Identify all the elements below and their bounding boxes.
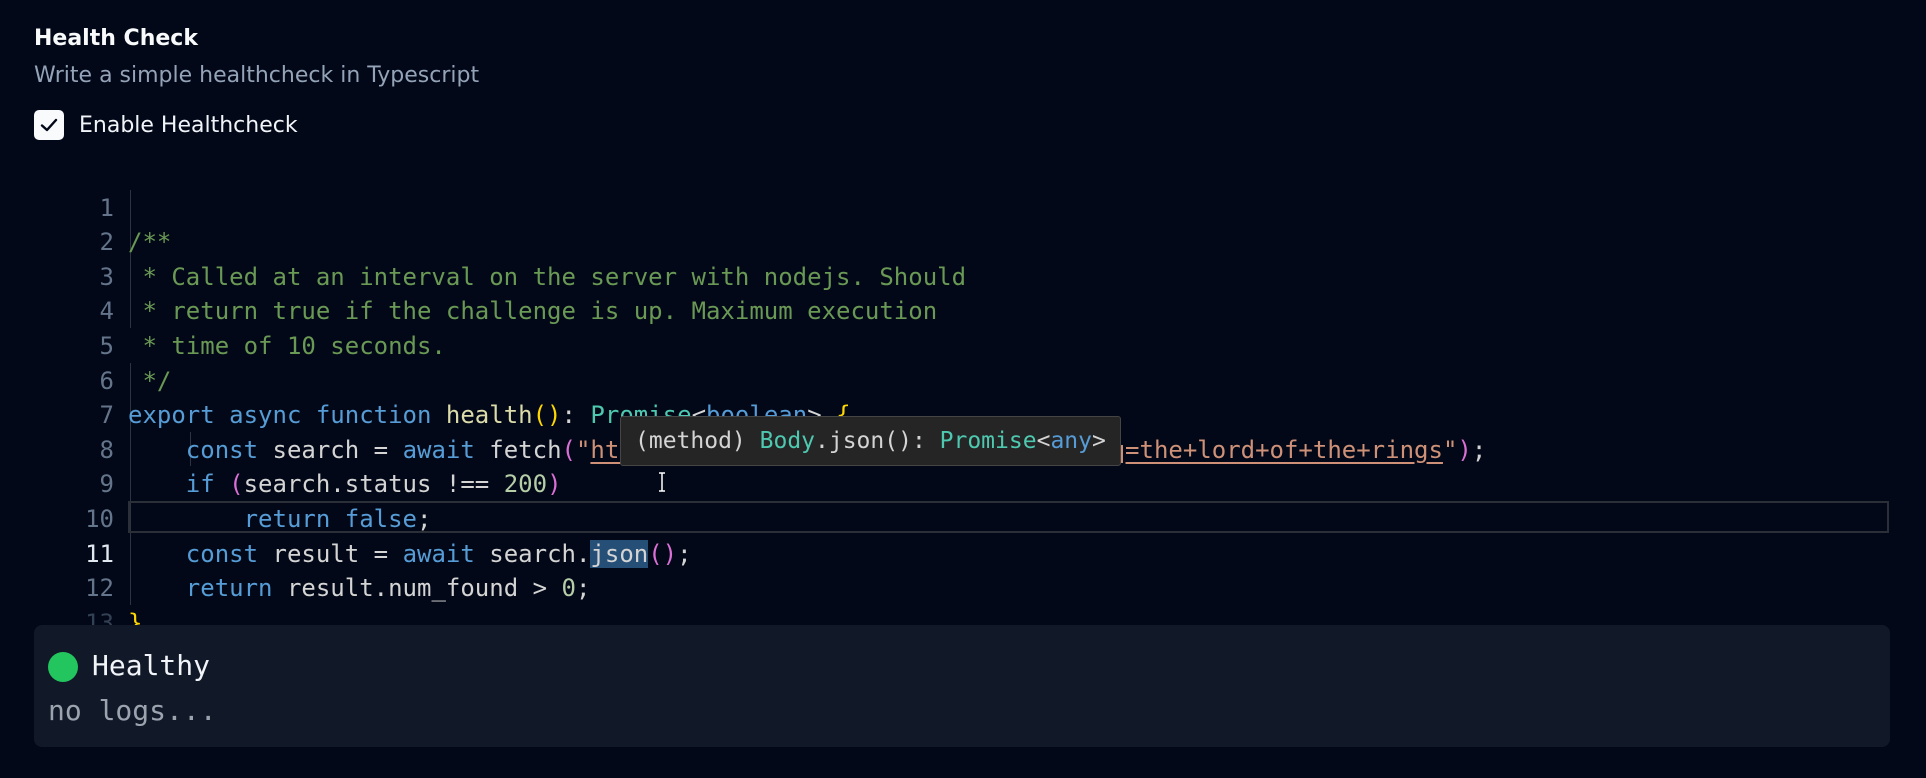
code-line: 6 export async function health(): Promis… (34, 329, 851, 430)
hovered-method[interactable]: json (590, 539, 649, 568)
code-text: if (search.status !== 200) (185, 470, 562, 499)
keyword: if (185, 470, 215, 499)
number: 0 (561, 574, 576, 603)
code-line: 4 * time of 10 seconds. (34, 260, 446, 360)
enable-healthcheck-checkbox[interactable] (34, 110, 64, 140)
keyword: export (128, 401, 215, 430)
object: search. (489, 539, 591, 568)
hover-tooltip: (method) Body.json(): Promise<any> (620, 416, 1121, 466)
code-text: /** (128, 228, 172, 257)
keyword: await (402, 539, 475, 568)
keyword: async (229, 401, 302, 430)
code-line: 12 } (34, 537, 142, 637)
code-line: 5 */ (34, 294, 172, 395)
code-line: 8 if (search.status !== 200) (34, 398, 562, 499)
code-text: * time of 10 seconds. (128, 331, 446, 360)
code-editor[interactable]: 1 /** 2 * Called at an interval on the s… (34, 156, 1892, 637)
health-status-panel: Healthy no logs... (34, 625, 1890, 747)
code-line: 1 /** (34, 156, 172, 257)
keyword: await (402, 435, 475, 464)
variable: result (272, 539, 360, 568)
number: 200 (503, 470, 548, 499)
keyword: function (315, 401, 432, 430)
code-line: 3 * return true if the challenge is up. … (34, 225, 938, 326)
status-label: Healthy (92, 649, 211, 682)
code-text: const result = await search.json(); (185, 539, 692, 568)
code-line: 2 * Called at an interval on the server … (34, 191, 967, 291)
keyword: const (185, 539, 259, 568)
tooltip-prefix: (method) (635, 428, 760, 454)
code-text: return result.num_found > 0; (185, 574, 591, 603)
code-text: */ (128, 366, 172, 395)
logs-output: no logs... (48, 694, 217, 727)
code-line: 9 return false; (34, 433, 432, 533)
status-indicator-icon (48, 652, 78, 682)
page-subtitle: Write a simple healthcheck in Typescript (34, 63, 480, 88)
tooltip-generic: any (1050, 428, 1092, 454)
code-line: 10 const result = await search.json(); (34, 467, 692, 568)
keyword: false (344, 504, 417, 533)
expression: result.num_found > (286, 574, 562, 603)
enable-healthcheck-row[interactable]: Enable Healthcheck (34, 110, 298, 140)
enable-healthcheck-label: Enable Healthcheck (79, 112, 298, 138)
code-text: * Called at an interval on the server wi… (128, 262, 967, 291)
code-line: 13 (34, 571, 114, 637)
tooltip-class: Body (759, 428, 816, 454)
function-name: health (445, 401, 533, 430)
text-cursor-icon (659, 472, 665, 492)
page-title: Health Check (34, 26, 198, 51)
variable: search (272, 435, 360, 464)
expression: search.status !== (243, 470, 504, 499)
keyword: return (243, 504, 331, 533)
code-text: return false; (243, 504, 432, 533)
keyword: const (185, 435, 259, 464)
code-line: 7 const search = await fetch("https://op… (34, 364, 1487, 464)
tooltip-signature: .json(): (815, 428, 940, 454)
tooltip-return-type: Promise (939, 428, 1037, 454)
checkmark-icon (40, 118, 58, 132)
keyword: return (185, 574, 273, 603)
function-call: fetch (489, 435, 562, 464)
code-line: 11 return result.num_found > 0; (34, 502, 590, 603)
code-text: * return true if the challenge is up. Ma… (128, 297, 938, 326)
